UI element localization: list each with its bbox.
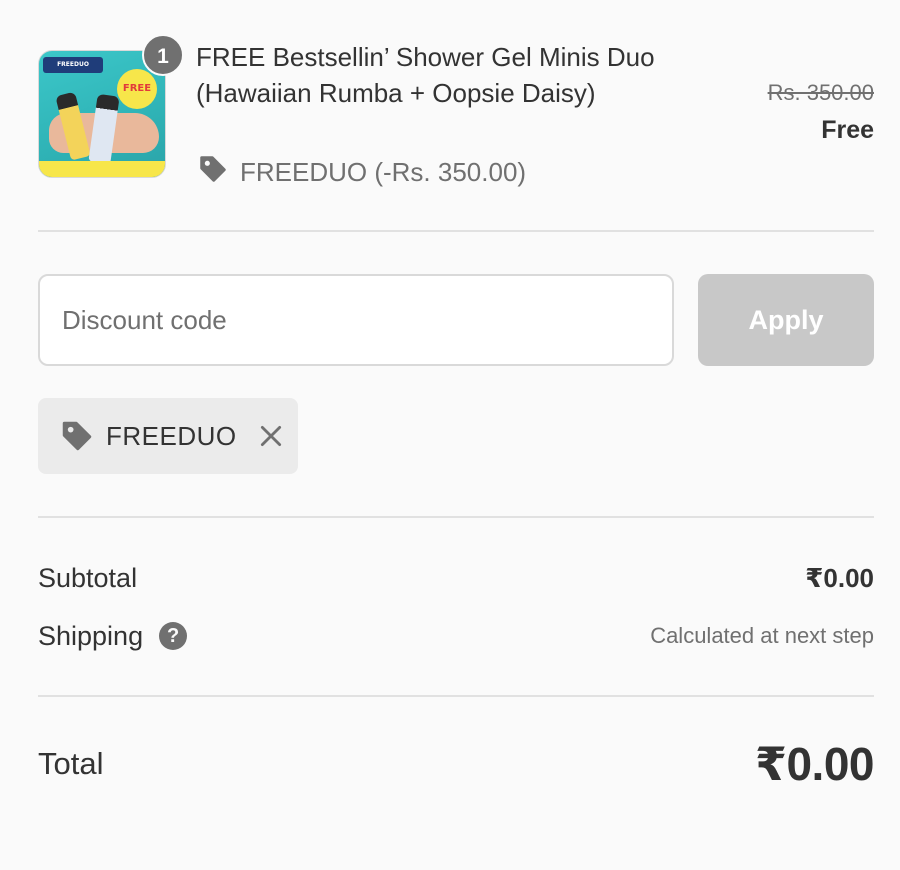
applied-discount-code: FREEDUO	[106, 420, 237, 451]
close-icon	[260, 425, 281, 447]
original-price: Rs. 350.00	[767, 80, 874, 105]
line-item: FREEDUO FREE 1 FREE Bestsellin’ Shower G…	[38, 34, 874, 194]
discount-code-input[interactable]	[38, 274, 674, 366]
shipping-label: Shipping	[38, 620, 144, 651]
shipping-row: Shipping ? Calculated at next step	[38, 616, 874, 656]
question-circle-icon[interactable]: ?	[159, 622, 188, 650]
product-title: FREE Bestsellin’ Shower Gel Minis Duo (H…	[196, 42, 655, 108]
tag-icon	[58, 417, 96, 455]
total-row: Total ₹0.00	[38, 736, 875, 792]
thumbnail-bottle-white	[88, 93, 120, 165]
thumbnail-burst: FREE	[117, 69, 157, 109]
shipping-label-group: Shipping ?	[38, 620, 188, 652]
shipping-value: Calculated at next step	[650, 623, 874, 648]
subtotal-row: Subtotal ₹0.00	[38, 560, 874, 596]
thumbnail-strip	[39, 161, 165, 177]
quantity-badge: 1	[142, 34, 184, 76]
total-value: ₹0.00	[754, 738, 875, 790]
divider	[38, 230, 874, 232]
divider	[38, 516, 874, 518]
subtotal-value: ₹0.00	[805, 562, 874, 593]
remove-discount-button[interactable]	[257, 422, 285, 450]
product-discount: FREEDUO (-Rs. 350.00)	[196, 154, 526, 190]
product-discount-label: FREEDUO (-Rs. 350.00)	[240, 156, 527, 187]
subtotal-label: Subtotal	[38, 562, 138, 593]
total-label: Total	[38, 746, 104, 781]
order-summary: FREEDUO FREE 1 FREE Bestsellin’ Shower G…	[0, 0, 900, 870]
thumbnail-banner: FREEDUO	[43, 57, 103, 73]
final-price: Free	[821, 116, 874, 144]
apply-button[interactable]: Apply	[698, 274, 874, 366]
divider	[38, 695, 874, 697]
tag-icon	[196, 152, 230, 193]
applied-discount-chip: FREEDUO	[38, 398, 298, 474]
